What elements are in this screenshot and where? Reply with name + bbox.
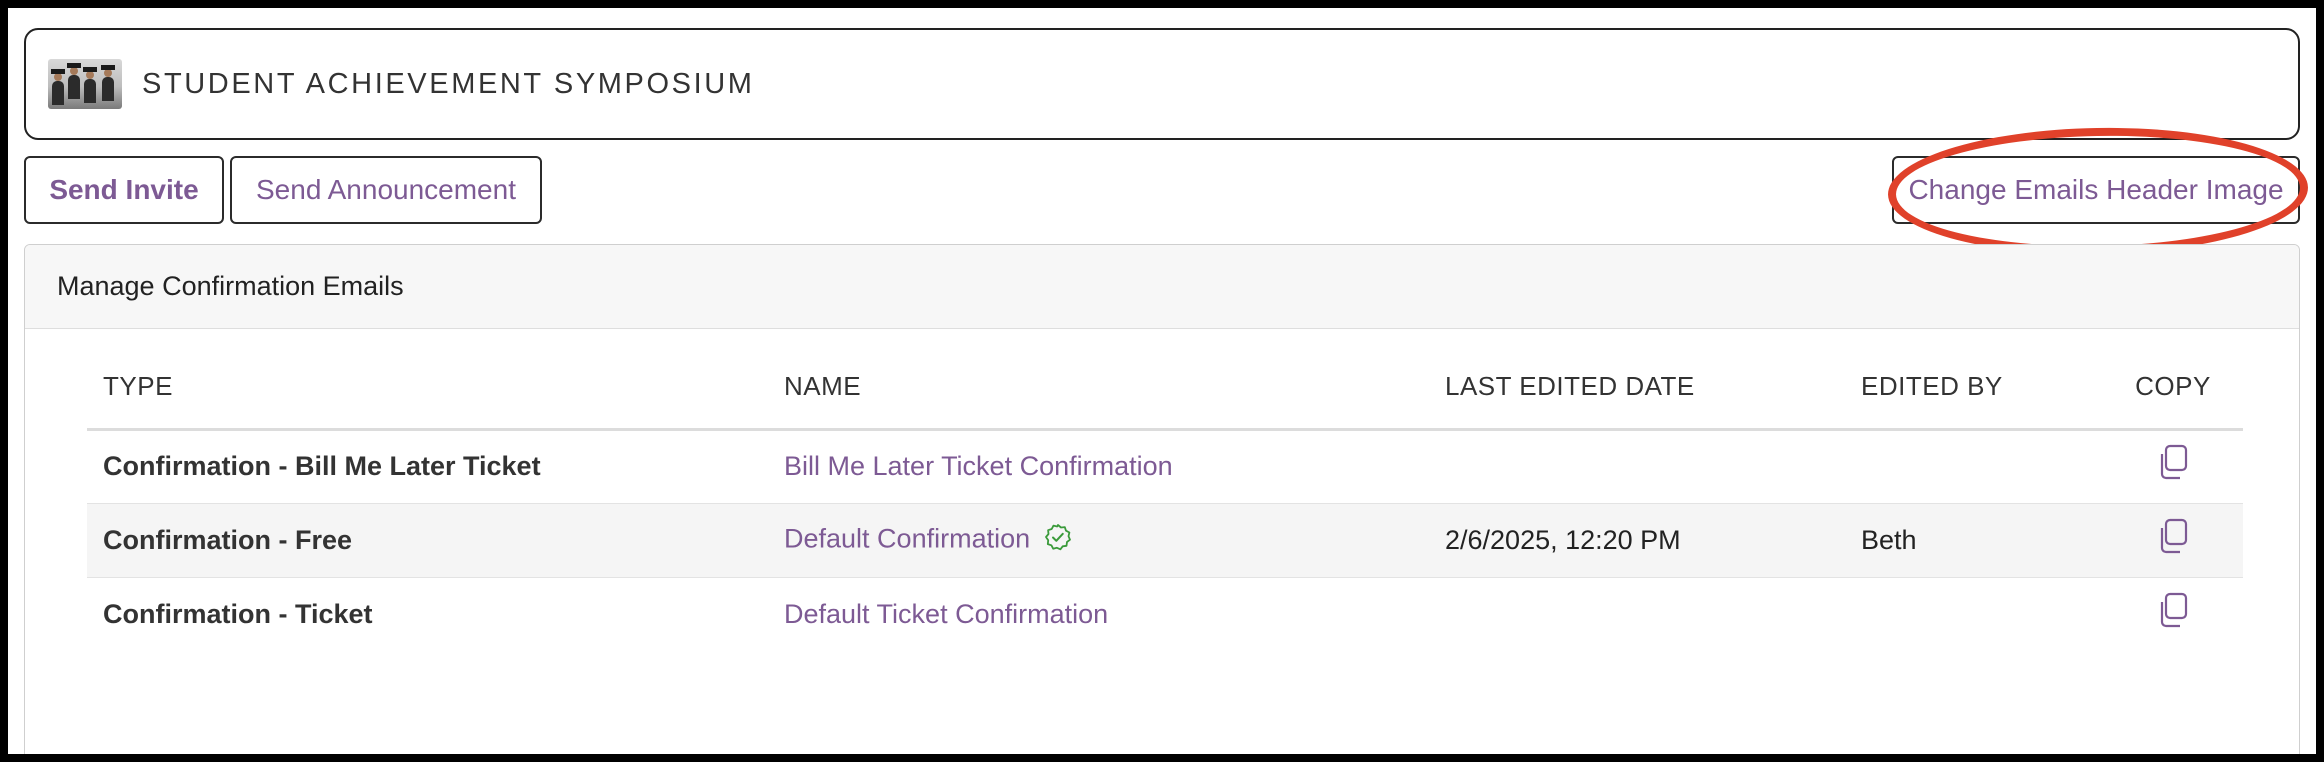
app-frame: STUDENT ACHIEVEMENT SYMPOSIUM Send Invit… <box>8 8 2316 754</box>
column-header-type: TYPE <box>87 371 768 431</box>
send-invite-button[interactable]: Send Invite <box>24 156 224 224</box>
column-header-edited-by: EDITED BY <box>1845 371 2103 431</box>
row-last-edited <box>1429 429 1845 504</box>
email-name-link[interactable]: Default Confirmation <box>784 523 1030 553</box>
column-header-name: NAME <box>768 371 1429 431</box>
table-row: Confirmation - Bill Me Later Ticket Bill… <box>87 429 2243 504</box>
confirmation-emails-panel: Manage Confirmation Emails TYPE NAME LAS… <box>24 244 2300 754</box>
column-header-copy: COPY <box>2103 371 2243 431</box>
copy-icon[interactable] <box>2156 592 2190 637</box>
column-header-last-edited: LAST EDITED DATE <box>1429 371 1845 431</box>
table-row: Confirmation - Free Default Confirmation… <box>87 503 2243 578</box>
event-title: STUDENT ACHIEVEMENT SYMPOSIUM <box>142 67 755 100</box>
row-type: Confirmation - Free <box>87 503 768 578</box>
event-thumbnail <box>48 59 122 109</box>
row-edited-by: Beth <box>1845 503 2103 578</box>
email-name-link[interactable]: Bill Me Later Ticket Confirmation <box>784 451 1173 481</box>
row-type: Confirmation - Bill Me Later Ticket <box>87 429 768 504</box>
row-edited-by <box>1845 429 2103 504</box>
send-announcement-button[interactable]: Send Announcement <box>230 156 542 224</box>
row-last-edited: 2/6/2025, 12:20 PM <box>1429 503 1845 578</box>
email-name-link[interactable]: Default Ticket Confirmation <box>784 599 1108 629</box>
copy-icon[interactable] <box>2156 518 2190 563</box>
change-emails-header-image-button[interactable]: Change Emails Header Image <box>1892 156 2300 224</box>
row-last-edited <box>1429 577 1845 651</box>
table-header-row: TYPE NAME LAST EDITED DATE EDITED BY COP… <box>87 371 2243 431</box>
copy-icon[interactable] <box>2156 444 2190 489</box>
confirmation-emails-table: TYPE NAME LAST EDITED DATE EDITED BY COP… <box>87 371 2243 651</box>
table-row: Confirmation - Ticket Default Ticket Con… <box>87 577 2243 651</box>
panel-title: Manage Confirmation Emails <box>25 245 2299 329</box>
row-edited-by <box>1845 577 2103 651</box>
event-header-card: STUDENT ACHIEVEMENT SYMPOSIUM <box>24 28 2300 140</box>
default-check-icon <box>1044 523 1072 558</box>
row-type: Confirmation - Ticket <box>103 598 373 629</box>
